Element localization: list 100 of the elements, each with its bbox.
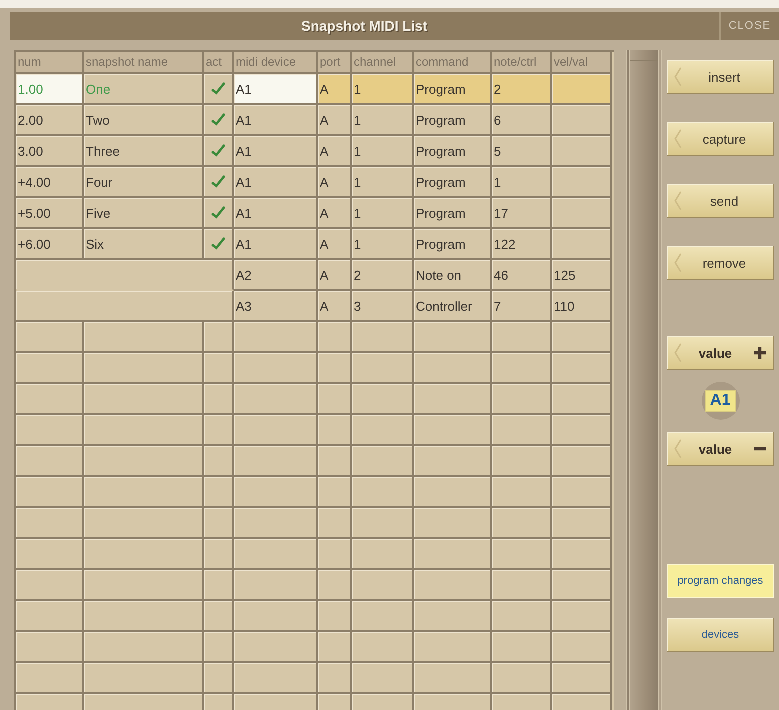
column-header: vel/val xyxy=(552,52,612,74)
empty-cell xyxy=(318,384,352,415)
column-header: snapshot name xyxy=(84,52,204,74)
table-cell: A2 xyxy=(234,260,318,291)
table-cell: Program xyxy=(414,167,492,198)
table-cell xyxy=(552,198,612,229)
table-cell: Program xyxy=(414,105,492,136)
table-cell: A1 xyxy=(234,136,318,167)
mode-button[interactable]: program changes xyxy=(667,564,774,598)
action-button[interactable]: capture xyxy=(667,122,774,156)
empty-cell xyxy=(204,477,234,508)
empty-cell xyxy=(552,570,612,601)
value-down-button[interactable]: value xyxy=(667,432,774,466)
empty-cell xyxy=(352,477,414,508)
empty-cell xyxy=(204,322,234,353)
empty-cell xyxy=(352,570,414,601)
action-button[interactable]: insert xyxy=(667,60,774,94)
empty-cell xyxy=(318,632,352,663)
table-cell: A xyxy=(318,198,352,229)
empty-cell xyxy=(352,446,414,477)
check-icon[interactable] xyxy=(210,237,226,250)
action-button[interactable]: send xyxy=(667,184,774,218)
empty-cell xyxy=(552,539,612,570)
empty-cell xyxy=(552,601,612,632)
check-icon[interactable] xyxy=(210,113,226,126)
chevron-icon xyxy=(674,129,682,149)
table-cell: A xyxy=(318,229,352,260)
table-cell: 122 xyxy=(492,229,552,260)
table-cell: 2 xyxy=(352,260,414,291)
mode-button[interactable]: devices xyxy=(667,618,774,652)
table-cell: A xyxy=(318,291,352,322)
empty-cell xyxy=(352,353,414,384)
chevron-icon xyxy=(674,343,682,363)
column-header: command xyxy=(414,52,492,74)
table-cell: 5 xyxy=(492,136,552,167)
empty-cell xyxy=(204,353,234,384)
table-cell: +5.00 xyxy=(16,198,84,229)
empty-cell xyxy=(204,632,234,663)
scrollbar[interactable] xyxy=(626,50,662,710)
empty-cell xyxy=(318,322,352,353)
empty-cell xyxy=(204,415,234,446)
empty-cell xyxy=(352,508,414,539)
empty-cell xyxy=(552,322,612,353)
table-cell: 1.00 xyxy=(16,74,84,105)
table-cell: A xyxy=(318,74,352,105)
table-cell: +4.00 xyxy=(16,167,84,198)
empty-cell xyxy=(318,570,352,601)
table-cell xyxy=(552,105,612,136)
column-header: note/ctrl xyxy=(492,52,552,74)
empty-cell xyxy=(492,539,552,570)
empty-cell xyxy=(352,632,414,663)
check-icon[interactable] xyxy=(210,206,226,219)
table-cell: Note on xyxy=(414,260,492,291)
value-up-button[interactable]: value xyxy=(667,336,774,370)
empty-cell xyxy=(204,663,234,694)
empty-cell xyxy=(204,508,234,539)
table-cell: 7 xyxy=(492,291,552,322)
empty-cell xyxy=(204,601,234,632)
table-cell: Program xyxy=(414,136,492,167)
empty-cell xyxy=(352,539,414,570)
empty-cell xyxy=(552,353,612,384)
empty-cell xyxy=(318,477,352,508)
table-cell: Four xyxy=(84,167,204,198)
table-cell: 125 xyxy=(552,260,612,291)
empty-cell xyxy=(492,477,552,508)
table-cell: 6 xyxy=(492,105,552,136)
check-icon[interactable] xyxy=(210,82,226,95)
table-cell: 17 xyxy=(492,198,552,229)
table-cell: +6.00 xyxy=(16,229,84,260)
empty-cell xyxy=(318,446,352,477)
table-cell: 2.00 xyxy=(16,105,84,136)
empty-cell xyxy=(552,477,612,508)
empty-cell xyxy=(318,539,352,570)
empty-cell xyxy=(552,508,612,539)
chevron-icon xyxy=(674,439,682,459)
table-cell: A3 xyxy=(234,291,318,322)
empty-cell xyxy=(552,446,612,477)
column-header: midi device xyxy=(234,52,318,74)
check-icon[interactable] xyxy=(210,175,226,188)
table-cell: A1 xyxy=(234,105,318,136)
table-cell: 3 xyxy=(352,291,414,322)
column-header: num xyxy=(16,52,84,74)
action-button[interactable]: remove xyxy=(667,246,774,280)
chevron-icon xyxy=(674,253,682,273)
table-cell: A xyxy=(318,105,352,136)
empty-cell xyxy=(352,384,414,415)
table-cell: Program xyxy=(414,229,492,260)
table-cell: A1 xyxy=(234,167,318,198)
check-icon[interactable] xyxy=(210,144,226,157)
empty-cell xyxy=(318,353,352,384)
table-cell: A xyxy=(318,167,352,198)
empty-cell xyxy=(492,508,552,539)
table-cell: 1 xyxy=(352,136,414,167)
table-cell: 1 xyxy=(352,167,414,198)
empty-cell xyxy=(318,663,352,694)
table-cell: 3.00 xyxy=(16,136,84,167)
empty-cell xyxy=(552,415,612,446)
table-cell: 1 xyxy=(352,229,414,260)
table-cell: 1 xyxy=(352,74,414,105)
table-cell: Five xyxy=(84,198,204,229)
